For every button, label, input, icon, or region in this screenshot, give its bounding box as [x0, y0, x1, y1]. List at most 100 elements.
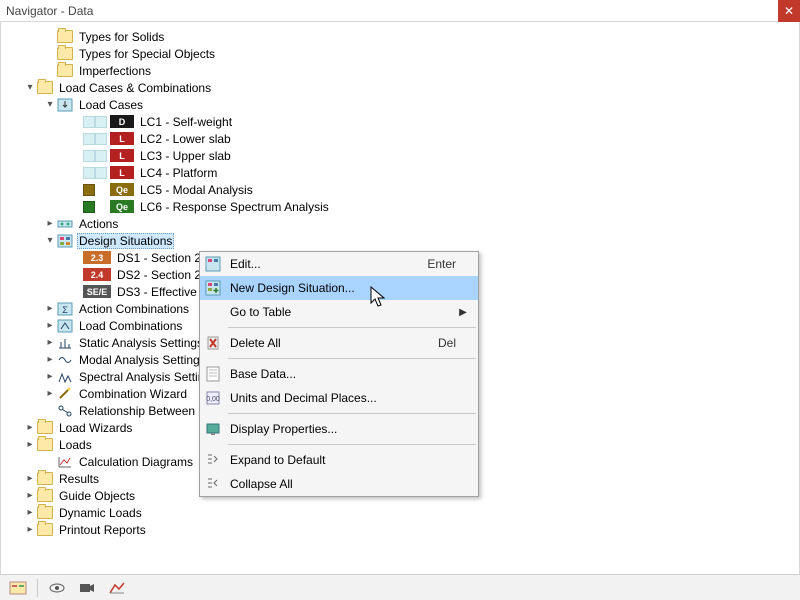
- toolbar-btn-views[interactable]: [73, 577, 101, 599]
- menu-item-edit[interactable]: Edit... Enter: [200, 252, 478, 276]
- folder-icon: [37, 523, 53, 536]
- data-tab-icon: [9, 580, 27, 596]
- menu-item-expand[interactable]: Expand to Default: [200, 448, 478, 472]
- svg-text:0,00: 0,00: [206, 396, 220, 403]
- expand-icon[interactable]: ▸: [43, 218, 57, 229]
- tree-label: Dynamic Loads: [57, 506, 144, 520]
- tree-label: Results: [57, 472, 101, 486]
- tree-item-lc4[interactable]: L LC4 - Platform: [1, 164, 799, 181]
- toolbar-btn-results[interactable]: [103, 577, 131, 599]
- eye-icon: [48, 580, 66, 596]
- tree-label: Load Combinations: [77, 319, 184, 333]
- tree-label: Modal Analysis Settings: [77, 353, 208, 367]
- load-combinations-icon: [57, 319, 73, 333]
- load-type-badge: L: [110, 132, 134, 145]
- ds-badge: SE/E: [83, 285, 111, 298]
- toolbar-btn-show[interactable]: [43, 577, 71, 599]
- menu-label: Delete All: [226, 336, 402, 350]
- tree-item-load-cases-combos[interactable]: ▾ Load Cases & Combinations: [1, 79, 799, 96]
- menu-item-delete-all[interactable]: Delete All Del: [200, 331, 478, 355]
- expand-icon[interactable]: ▸: [43, 337, 57, 348]
- folder-icon: [37, 506, 53, 519]
- tree-label: Loads: [57, 438, 94, 452]
- close-icon: ✕: [784, 4, 794, 18]
- menu-label: Units and Decimal Places...: [226, 391, 402, 405]
- expand-icon[interactable]: ▸: [43, 320, 57, 331]
- ds-badge: 2.3: [83, 251, 111, 264]
- collapse-icon[interactable]: ▾: [43, 235, 57, 246]
- expand-icon[interactable]: ▸: [23, 422, 37, 433]
- menu-item-new-design-situation[interactable]: New Design Situation...: [200, 276, 478, 300]
- tree-label: LC1 - Self-weight: [138, 115, 234, 129]
- expand-icon[interactable]: ▸: [23, 439, 37, 450]
- close-button[interactable]: ✕: [778, 0, 800, 22]
- modal-analysis-icon: [57, 353, 73, 367]
- tree-item-lc2[interactable]: L LC2 - Lower slab: [1, 130, 799, 147]
- tree-label: Types for Special Objects: [77, 47, 217, 61]
- menu-item-go-to-table[interactable]: Go to Table ▶: [200, 300, 478, 324]
- menu-separator: [228, 327, 476, 328]
- ds-badge: 2.4: [83, 268, 111, 281]
- expand-icon[interactable]: ▸: [43, 371, 57, 382]
- action-combinations-icon: Σ: [57, 302, 73, 316]
- tree-item-actions[interactable]: ▸ Actions: [1, 215, 799, 232]
- tree-item-load-cases[interactable]: ▾ Load Cases: [1, 96, 799, 113]
- toolbar-separator: [37, 579, 38, 597]
- tree-item-design-situations[interactable]: ▾ Design Situations: [1, 232, 799, 249]
- tree-item-types-solids[interactable]: ▶ Types for Solids: [1, 28, 799, 45]
- tree-label: Imperfections: [77, 64, 153, 78]
- expand-icon[interactable]: ▸: [43, 388, 57, 399]
- svg-text:Σ: Σ: [62, 305, 68, 315]
- expand-icon[interactable]: ▸: [43, 303, 57, 314]
- tree-label: Combination Wizard: [77, 387, 189, 401]
- tree-item-printout-reports[interactable]: ▸ Printout Reports: [1, 521, 799, 538]
- load-type-badge: L: [110, 166, 134, 179]
- menu-label: Display Properties...: [226, 422, 402, 436]
- expand-icon[interactable]: ▸: [23, 473, 37, 484]
- tree-item-lc1[interactable]: D LC1 - Self-weight: [1, 113, 799, 130]
- tree-label: LC6 - Response Spectrum Analysis: [138, 200, 331, 214]
- tree-item-dynamic-loads[interactable]: ▸ Dynamic Loads: [1, 504, 799, 521]
- expand-icon[interactable]: ▸: [43, 354, 57, 365]
- toolbar-btn-data[interactable]: [4, 577, 32, 599]
- expand-all-icon: [200, 452, 226, 468]
- menu-item-base-data[interactable]: Base Data...: [200, 362, 478, 386]
- menu-label: Base Data...: [226, 367, 402, 381]
- tree-item-lc3[interactable]: L LC3 - Upper slab: [1, 147, 799, 164]
- folder-icon: [37, 81, 53, 94]
- tree-label: Types for Solids: [77, 30, 166, 44]
- collapse-all-icon: [200, 476, 226, 492]
- menu-item-collapse[interactable]: Collapse All: [200, 472, 478, 496]
- collapse-icon[interactable]: ▾: [43, 99, 57, 110]
- expand-icon[interactable]: ▸: [23, 490, 37, 501]
- menu-label: Collapse All: [226, 477, 402, 491]
- tree-item-types-special[interactable]: ▶ Types for Special Objects: [1, 45, 799, 62]
- menu-item-units[interactable]: 0,00 Units and Decimal Places...: [200, 386, 478, 410]
- folder-icon: [57, 64, 73, 77]
- tree-label: Action Combinations: [77, 302, 191, 316]
- tree-item-lc5[interactable]: Qe LC5 - Modal Analysis: [1, 181, 799, 198]
- menu-shortcut: Del: [402, 336, 456, 350]
- expand-icon[interactable]: ▸: [23, 507, 37, 518]
- collapse-icon[interactable]: ▾: [23, 82, 37, 93]
- units-icon: 0,00: [200, 390, 226, 406]
- load-type-badge: D: [110, 115, 134, 128]
- load-type-badge: Qe: [110, 200, 134, 213]
- tree-item-lc6[interactable]: Qe LC6 - Response Spectrum Analysis: [1, 198, 799, 215]
- expand-icon[interactable]: ▸: [23, 524, 37, 535]
- folder-icon: [37, 489, 53, 502]
- tree-label: Static Analysis Settings: [77, 336, 205, 350]
- menu-item-display-properties[interactable]: Display Properties...: [200, 417, 478, 441]
- tree-label: LC2 - Lower slab: [138, 132, 233, 146]
- context-menu: Edit... Enter New Design Situation... Go…: [199, 251, 479, 497]
- tree-label: Load Cases & Combinations: [57, 81, 213, 95]
- tree-item-imperfections[interactable]: ▶ Imperfections: [1, 62, 799, 79]
- tree-label: LC5 - Modal Analysis: [138, 183, 255, 197]
- tree-label: LC3 - Upper slab: [138, 149, 233, 163]
- menu-label: Edit...: [226, 257, 402, 271]
- diagram-icon: [57, 455, 73, 469]
- tree-label: Load Wizards: [57, 421, 134, 435]
- static-analysis-icon: [57, 336, 73, 350]
- new-design-situation-icon: [200, 280, 226, 296]
- tree-label: Actions: [77, 217, 120, 231]
